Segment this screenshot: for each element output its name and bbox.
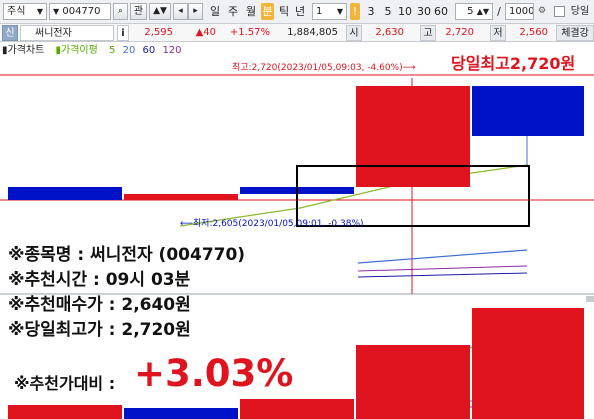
info-recommend-time: ※추천시간 : 09시 03분: [8, 270, 191, 290]
chart-legend: ▮가격차트 ▮가격이평 5 20 60 120: [2, 44, 186, 58]
volume-bar-2[interactable]: [124, 408, 238, 419]
ma-120-label: 120: [162, 45, 182, 56]
ma-60-label: 60: [142, 45, 156, 56]
period-week[interactable]: 주: [226, 3, 240, 20]
stepper-icon[interactable]: ▲▼: [149, 3, 171, 20]
price-chart-legend: ▮가격차트: [2, 45, 45, 56]
ma-5-label: 5: [109, 45, 116, 56]
price-change: ▲40: [195, 27, 216, 38]
price-chart-label: 가격차트: [7, 45, 45, 56]
info-icon[interactable]: i: [117, 25, 129, 41]
stock-code-input[interactable]: ▼ 004770: [49, 3, 111, 20]
chevron-down-icon: ▼: [53, 7, 60, 16]
period-year[interactable]: 년: [293, 3, 307, 20]
low-price: 2,560: [519, 27, 548, 38]
info-day-high: ※당일최고가 : 2,720원: [8, 320, 191, 340]
watch-button[interactable]: 관: [130, 3, 147, 20]
next-arrow-icon[interactable]: ▸: [188, 3, 203, 20]
total-count-input[interactable]: 1000: [505, 3, 534, 20]
ma-legend: ▮가격이평: [55, 45, 98, 56]
panel-scroll-handle[interactable]: [586, 296, 594, 302]
interval-3[interactable]: 3: [366, 3, 376, 20]
stock-code-value: 004770: [62, 6, 101, 17]
market-select-value: 주식: [7, 6, 26, 17]
candle-5[interactable]: [472, 86, 584, 136]
high-label: 고: [420, 25, 436, 41]
period-tick[interactable]: 틱: [277, 3, 291, 20]
interval-60[interactable]: 60: [434, 3, 448, 20]
open-price: 2,630: [375, 27, 404, 38]
price-chart[interactable]: 최고:2,720(2023/01/05,09:03, -4.60%)⟶ ⟵최저:…: [0, 58, 594, 419]
current-price: 2,595: [144, 27, 173, 38]
settings-icon[interactable]: ⚙: [537, 3, 547, 20]
today-label: 당일: [570, 6, 590, 17]
toolbar: 주식 ▼ ▼ 004770 ⌕ 관 ▲▼ ◂ ▸ 일 주 월 분 틱 년 1 ▼…: [0, 0, 594, 24]
stock-name: 써니전자: [20, 25, 114, 41]
open-label: 시: [346, 25, 362, 41]
info-pct-label: ※추천가대비 :: [14, 374, 116, 393]
interval-5[interactable]: 5: [383, 3, 393, 20]
credit-badge: 신: [2, 25, 18, 41]
interval-30[interactable]: 30: [417, 3, 431, 20]
high-price: 2,720: [445, 27, 474, 38]
count-slash: /: [497, 5, 501, 18]
period-minute[interactable]: 분: [261, 3, 274, 20]
volume-bar-1[interactable]: [8, 405, 122, 419]
period-month[interactable]: 월: [244, 3, 258, 20]
low-annotation: ⟵최저:2,605(2023/01/05,09:01, -0.38%): [180, 218, 364, 229]
info-stock-name: ※종목명 : 써니전자 (004770): [8, 245, 246, 265]
volume-bar-3[interactable]: [240, 399, 354, 419]
ma-20-label: 20: [122, 45, 136, 56]
chevron-down-icon: ▼: [336, 7, 343, 16]
volume-bar-5[interactable]: [472, 308, 584, 419]
prev-arrow-icon[interactable]: ◂: [173, 3, 188, 20]
total-count-value: 1000: [509, 6, 534, 17]
count-value: 5: [467, 6, 474, 17]
alert-icon[interactable]: !: [350, 3, 360, 20]
ma-label: 가격이평: [61, 45, 98, 56]
info-recommend-price: ※추천매수가 : 2,640원: [8, 295, 191, 315]
price-change-pct: +1.57%: [229, 27, 270, 38]
info-pct-value: +3.03%: [134, 352, 294, 395]
candle-1[interactable]: [8, 187, 122, 200]
stepper-icon: ▲▼: [476, 7, 489, 16]
high-annotation: 최고:2,720(2023/01/05,09:03, -4.60%)⟶: [232, 62, 416, 73]
interval-value: 1: [316, 6, 323, 17]
interval-10[interactable]: 10: [398, 3, 412, 20]
magnifier-icon[interactable]: ⌕: [113, 3, 128, 20]
trade-strength-button[interactable]: 체결강: [556, 25, 594, 41]
watch-button-label: 관: [133, 6, 144, 17]
volume: 1,884,805: [287, 27, 338, 38]
quote-bar: 신 써니전자 i 2,595 ▲40 +1.57% 1,884,805 시 2,…: [0, 24, 594, 42]
period-day[interactable]: 일: [208, 3, 222, 20]
candle-4[interactable]: [356, 86, 470, 187]
interval-select[interactable]: 1 ▼: [312, 3, 347, 20]
candle-2[interactable]: [124, 194, 238, 200]
volume-bar-4[interactable]: [356, 345, 470, 419]
low-label: 저: [490, 25, 506, 41]
high-banner: 당일최고2,720원: [451, 54, 576, 73]
chevron-down-icon: ▼: [36, 7, 43, 16]
count-stepper[interactable]: 5 ▲▼: [455, 3, 493, 20]
today-checkbox[interactable]: [554, 6, 565, 17]
market-select[interactable]: 주식 ▼: [3, 3, 47, 20]
